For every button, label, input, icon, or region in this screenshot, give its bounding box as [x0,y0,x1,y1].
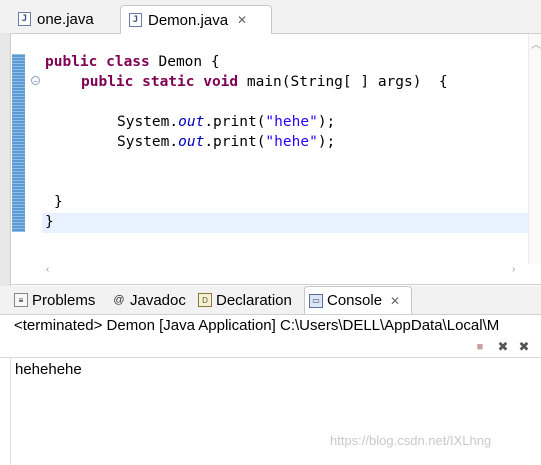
code-line-1[interactable]: public class Demon { [45,54,220,70]
at-icon: @ [113,294,125,306]
console-toolbar: ■ ✖ ✖ [0,337,541,357]
declaration-icon: D [198,293,212,307]
editor-tab-bar: J one.java J Demon.java ✕ [0,0,541,34]
vertical-scrollbar[interactable]: ︿ [528,34,541,264]
scroll-up-icon[interactable]: ︿ [531,36,541,51]
view-tab-bar: ≡ Problems @ Javadoc D Declaration ▭ Con… [0,286,541,315]
code-line-2[interactable]: public static void main(String[ ] args) … [81,74,448,90]
problems-icon: ≡ [14,293,28,307]
horizontal-scrollbar[interactable]: ‹ › [42,262,528,280]
scroll-right-icon[interactable]: › [512,264,515,275]
scroll-left-icon[interactable]: ‹ [46,264,49,275]
java-file-icon: J [18,12,31,26]
tab-label: one.java [37,10,94,28]
tab-console[interactable]: ▭ Console ✕ [304,286,412,314]
remove-all-icon[interactable]: ✖ [516,339,532,355]
overview-ruler [12,54,25,232]
fold-collapse-icon[interactable]: − [31,76,40,86]
divider [10,358,11,465]
console-output[interactable]: hehehehe [15,361,82,378]
remove-launch-icon[interactable]: ✖ [495,339,511,355]
close-icon[interactable]: ✕ [390,294,400,308]
left-side-strip [0,33,11,291]
tab-problems[interactable]: ≡ Problems [10,286,106,314]
terminate-icon[interactable]: ■ [472,339,488,355]
code-line-5[interactable]: } [54,194,63,210]
java-file-icon: J [129,13,142,27]
tab-declaration[interactable]: D Declaration [194,286,302,314]
tab-demon-java[interactable]: J Demon.java ✕ [120,5,272,34]
code-line-6[interactable]: } [45,214,54,230]
tab-one-java[interactable]: J one.java [10,5,118,33]
tab-label: Demon.java [148,11,229,29]
watermark: https://blog.csdn.net/IXLhng [330,433,492,448]
tab-javadoc[interactable]: @ Javadoc [108,286,192,314]
divider [11,284,541,285]
close-icon[interactable]: ✕ [237,13,247,27]
divider [0,357,541,358]
code-line-4[interactable]: System.out.print("hehe"); [117,134,335,150]
current-line-highlight [42,213,528,233]
console-process-label: <terminated> Demon [Java Application] C:… [0,315,541,337]
console-icon: ▭ [309,293,323,308]
code-line-3[interactable]: System.out.print("hehe"); [117,114,335,130]
